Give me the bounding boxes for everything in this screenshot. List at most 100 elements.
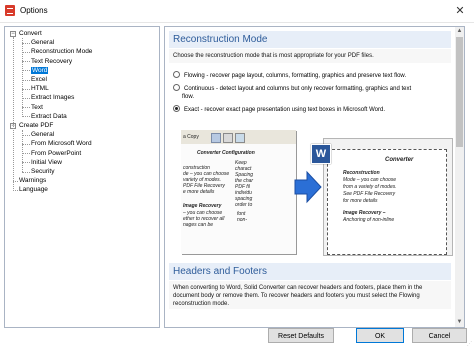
- toolbar-copy-text: a Copy: [183, 134, 199, 140]
- tree-item[interactable]: General: [31, 130, 54, 139]
- illustration-text-line: order to: [235, 202, 253, 208]
- tree-item[interactable]: General: [31, 38, 54, 47]
- printer-icon: [211, 133, 221, 143]
- radio-exact-label: Exact - recover exact page presentation …: [184, 107, 385, 113]
- window-title: Options: [20, 6, 48, 15]
- radio-exact-indicator[interactable]: [173, 105, 180, 112]
- tree-guide-line: [13, 37, 14, 190]
- scroll-thumb[interactable]: [456, 37, 463, 147]
- left-image-recovery-heading: Image Recovery: [183, 203, 222, 209]
- tree-connector: [22, 61, 30, 63]
- options-tree: Convert − General Reconstruction Mode Text R…: [4, 26, 160, 328]
- illustration-text-line: Mode – you can choose: [343, 177, 397, 183]
- radio-continuous[interactable]: Continuous - detect layout and columns b…: [173, 84, 443, 101]
- radio-continuous-indicator[interactable]: [173, 84, 180, 91]
- tree-item-label: Create PDF: [19, 122, 54, 129]
- conversion-illustration: a Copy Converter Configuration construct…: [173, 130, 453, 256]
- tree-item[interactable]: Security: [31, 167, 54, 176]
- radio-continuous-label-cont: flow.: [182, 94, 195, 100]
- tree-connector: [22, 107, 30, 109]
- panel-scrollbar[interactable]: ▲ ▼: [455, 27, 464, 327]
- tree-item[interactable]: Create PDF: [19, 121, 53, 130]
- tree-item-label: From PowerPoint: [31, 149, 82, 157]
- tree-item[interactable]: From PowerPoint: [31, 149, 81, 158]
- tree-item-label: HTML: [31, 85, 49, 93]
- tree-connector: [22, 134, 30, 136]
- tree-connector: [22, 51, 30, 53]
- tree-item-label: Security: [31, 168, 55, 175]
- title-bar: Options ✕: [0, 0, 474, 23]
- tree-item-label: Extract Data: [31, 112, 67, 120]
- tree-item[interactable]: Excel: [31, 75, 47, 84]
- reconstruction-mode-header: Reconstruction Mode: [169, 31, 451, 48]
- tree-connector: [22, 79, 30, 81]
- right-image-recovery-heading: Image Recovery –: [343, 210, 386, 216]
- right-reconstruction-heading: Reconstruction: [343, 170, 380, 176]
- tree-item[interactable]: HTML: [31, 84, 49, 93]
- tree-item[interactable]: Language: [19, 185, 48, 194]
- tree-connector: [22, 171, 30, 173]
- headers-footers-title: Headers and Footers: [173, 266, 267, 277]
- cancel-button[interactable]: Cancel: [412, 328, 467, 343]
- scroll-down-icon[interactable]: ▼: [455, 318, 464, 327]
- tree-item[interactable]: Text: [31, 103, 43, 112]
- tree-item[interactable]: Warnings: [19, 176, 46, 185]
- tree-guide-line: [22, 130, 23, 172]
- headers-footers-header: Headers and Footers: [169, 263, 451, 280]
- right-image-recovery-text: Anchoring of non-inline: [343, 217, 395, 223]
- illustration-text-line: nages can be: [183, 222, 214, 228]
- settings-panel: Reconstruction Mode Choose the reconstru…: [164, 26, 465, 328]
- viewer-toolbar: a Copy: [181, 130, 296, 144]
- left-page-title: Converter Configuration: [197, 150, 255, 156]
- tree-item-label: General: [31, 131, 55, 139]
- illustration-text-line: for more details: [343, 198, 378, 204]
- tree-item-label: Warnings: [19, 177, 47, 185]
- close-button[interactable]: ✕: [446, 0, 474, 22]
- reset-defaults-button[interactable]: Reset Defaults: [268, 328, 334, 343]
- tree-item[interactable]: Word: [31, 66, 49, 75]
- radio-exact[interactable]: Exact - recover exact page presentation …: [173, 105, 443, 114]
- ok-button[interactable]: OK: [356, 328, 404, 343]
- tree-item-label: Convert: [19, 30, 42, 37]
- tree-connector: [22, 42, 30, 44]
- word-document-preview: [323, 138, 453, 256]
- tree-item-label: Reconstruction Mode: [31, 48, 93, 56]
- tree-item-label: Word: [31, 66, 49, 74]
- word-icon: W: [311, 144, 331, 164]
- radio-flowing[interactable]: Flowing - recover page layout, columns, …: [173, 71, 443, 80]
- tree-connector: [13, 189, 18, 191]
- headers-footers-description: When converting to Word, Solid Converter…: [169, 281, 451, 309]
- app-icon: [5, 5, 15, 16]
- illustration-text-line: non-: [237, 217, 248, 223]
- tree-item[interactable]: Text Recovery: [31, 57, 72, 66]
- radio-continuous-label: Continuous - detect layout and columns b…: [184, 86, 412, 92]
- collapse-toggle-icon[interactable]: −: [10, 30, 16, 37]
- tree-item-label: Initial View: [31, 158, 62, 166]
- tree-connector: [22, 116, 30, 118]
- search-icon: [223, 133, 233, 143]
- illustration-text-line: e more details: [183, 189, 215, 195]
- tree-item[interactable]: Extract Data: [31, 112, 67, 121]
- tree-item-label: Text Recovery: [31, 57, 73, 65]
- reconstruction-mode-description: Choose the reconstruction mode that is m…: [169, 49, 451, 63]
- radio-flowing-indicator[interactable]: [173, 71, 180, 78]
- tree-item-label: Extract Images: [31, 94, 75, 102]
- tree-item[interactable]: Reconstruction Mode: [31, 47, 92, 56]
- tree-item-label: Excel: [31, 76, 47, 83]
- convert-arrow-icon: [294, 170, 322, 204]
- tree-item-label: From Microsoft Word: [31, 140, 92, 148]
- illustration-text-line: from a variety of modes.: [343, 184, 397, 190]
- tree-connector: [22, 88, 30, 90]
- tree-connector: [22, 153, 30, 155]
- tree-connector: [22, 143, 30, 145]
- tree-item[interactable]: From Microsoft Word: [31, 139, 92, 148]
- tree-connector: [22, 70, 30, 72]
- reconstruction-mode-title: Reconstruction Mode: [173, 34, 268, 45]
- scroll-up-icon[interactable]: ▲: [455, 27, 464, 36]
- right-page-title: Converter: [385, 157, 414, 163]
- tree-item[interactable]: Convert: [19, 29, 42, 38]
- tree-item[interactable]: Initial View: [31, 158, 62, 167]
- tree-item[interactable]: Extract Images: [31, 93, 74, 102]
- radio-flowing-label: Flowing - recover page layout, columns, …: [184, 73, 407, 79]
- resize-grip-icon[interactable]: ⋰: [467, 341, 473, 347]
